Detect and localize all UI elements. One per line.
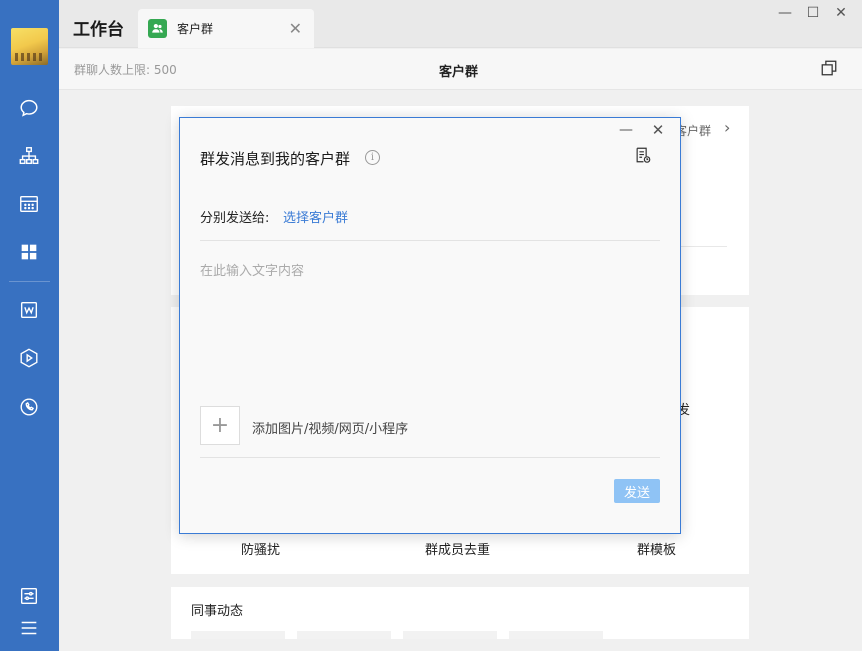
- top-bar: 工作台 客户群 ✕ — ☐ ✕: [59, 0, 862, 48]
- news-thumb[interactable]: [297, 631, 391, 639]
- member-limit-text: 群聊人数上限: 500: [74, 63, 177, 77]
- add-attachment-label: 添加图片/视频/网页/小程序: [252, 422, 409, 437]
- sidebar-divider: [9, 281, 50, 282]
- history-record-icon[interactable]: [634, 146, 654, 166]
- tab-label: 客户群: [177, 22, 214, 36]
- workbench-title: 工作台: [73, 20, 124, 40]
- info-icon[interactable]: i: [365, 150, 380, 165]
- feature-group-template[interactable]: 群模板: [637, 539, 676, 558]
- phone-cloud-icon[interactable]: [17, 395, 41, 419]
- calendar-icon[interactable]: [17, 192, 41, 216]
- play-cube-icon[interactable]: [17, 346, 41, 370]
- select-customer-groups-link[interactable]: 选择客户群: [283, 207, 348, 226]
- news-thumb[interactable]: [403, 631, 497, 639]
- broadcast-dialog: — ✕ 群发消息到我的客户群 i 分别发送给: 选择客户群 + 添加图片/视频/…: [179, 117, 681, 534]
- dialog-close-icon[interactable]: ✕: [648, 121, 668, 139]
- feature-anti-harassment[interactable]: 防骚扰: [241, 539, 280, 558]
- chevron-right-icon[interactable]: ›: [724, 118, 730, 137]
- add-attachment-button[interactable]: +: [200, 406, 240, 445]
- message-text-input[interactable]: [200, 260, 660, 400]
- send-to-label: 分别发送给:: [200, 211, 270, 226]
- tab-customer-groups[interactable]: 客户群 ✕: [138, 9, 314, 48]
- dialog-minimize-icon[interactable]: —: [616, 122, 636, 138]
- news-thumb[interactable]: [509, 631, 603, 639]
- tab-close-icon[interactable]: ✕: [289, 19, 302, 38]
- dialog-divider: [200, 240, 660, 241]
- page-title: 客户群: [439, 65, 479, 80]
- doc-w-icon[interactable]: [17, 298, 41, 322]
- close-window-icon[interactable]: ✕: [831, 3, 851, 23]
- feature-dedup-members[interactable]: 群成员去重: [425, 539, 490, 558]
- menu-icon[interactable]: [17, 616, 41, 640]
- popout-window-icon[interactable]: [820, 59, 840, 79]
- chat-icon[interactable]: [17, 96, 41, 120]
- sidebar: [0, 0, 59, 651]
- colleague-news-card: 同事动态: [171, 587, 749, 639]
- customer-group-icon: [148, 19, 167, 38]
- sub-header: 群聊人数上限: 500 客户群: [59, 49, 862, 90]
- settings-sliders-icon[interactable]: [17, 584, 41, 608]
- dialog-divider: [200, 457, 660, 458]
- org-chart-icon[interactable]: [17, 144, 41, 168]
- news-thumb[interactable]: [191, 631, 285, 639]
- minimize-window-icon[interactable]: —: [775, 3, 795, 23]
- maximize-window-icon[interactable]: ☐: [803, 3, 823, 23]
- avatar[interactable]: [11, 28, 48, 65]
- apps-grid-icon[interactable]: [17, 240, 41, 264]
- send-button[interactable]: 发送: [614, 479, 660, 503]
- dialog-title: 群发消息到我的客户群: [200, 150, 351, 168]
- colleague-news-title: 同事动态: [191, 604, 244, 619]
